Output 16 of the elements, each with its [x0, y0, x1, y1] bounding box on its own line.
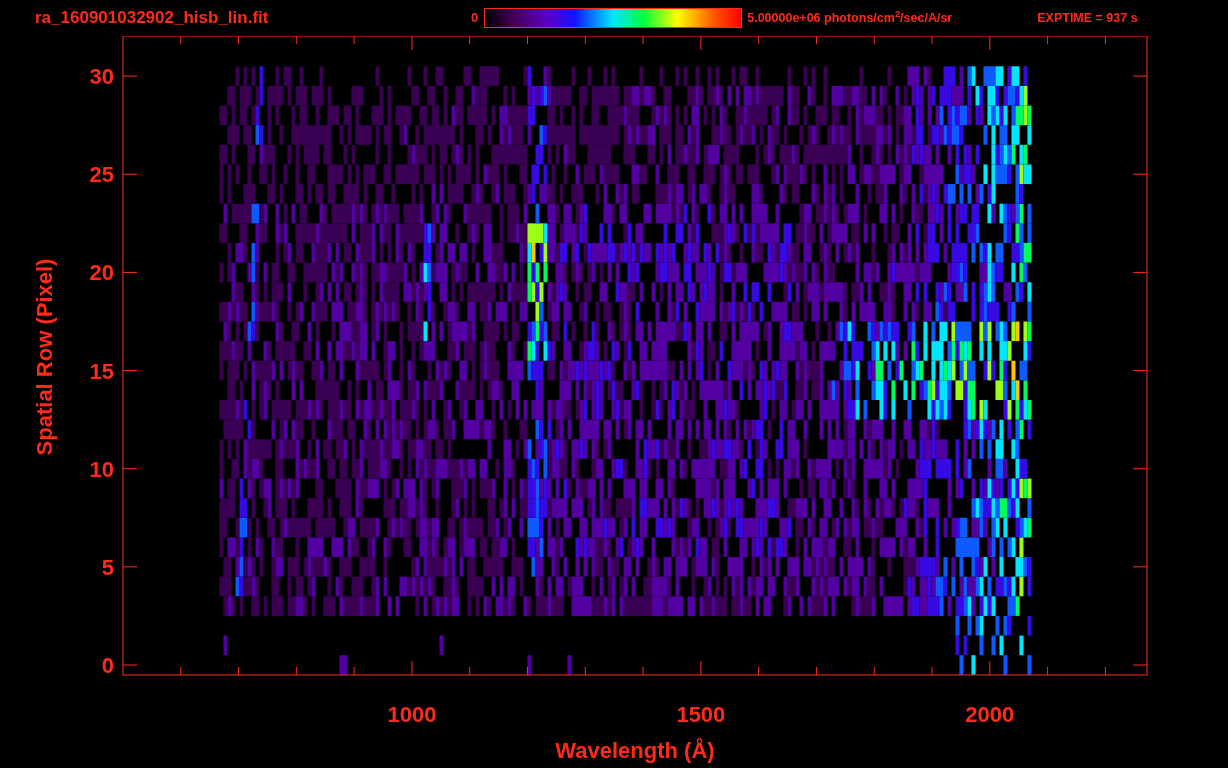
y-tick-label: 0	[101, 653, 114, 678]
exposure-time: EXPTIME = 937 s	[1037, 9, 1138, 27]
y-tick-label: 15	[89, 358, 114, 384]
x-tick-label: 1000	[387, 702, 437, 727]
x-tick-label: 2000	[965, 702, 1015, 727]
x-tick-label: 1500	[676, 702, 726, 727]
y-tick-label: 30	[89, 64, 114, 90]
y-axis-label: Spatial Row (Pixel)	[32, 258, 57, 456]
y-tick-label: 25	[89, 162, 114, 188]
y-tick-label: 5	[101, 554, 114, 580]
colorbar-max-label: 5.00000e+06 photons/cm$^{2}$/sec/A/sr	[747, 8, 954, 27]
x-axis-label: Wavelength (Å)	[555, 738, 715, 763]
file-title: ra_160901032902_hisb_lin.fit	[35, 7, 270, 30]
colorbar-min-label: 0	[471, 9, 479, 28]
y-tick-label: 10	[89, 456, 114, 482]
y-tick-label: 20	[89, 260, 114, 286]
